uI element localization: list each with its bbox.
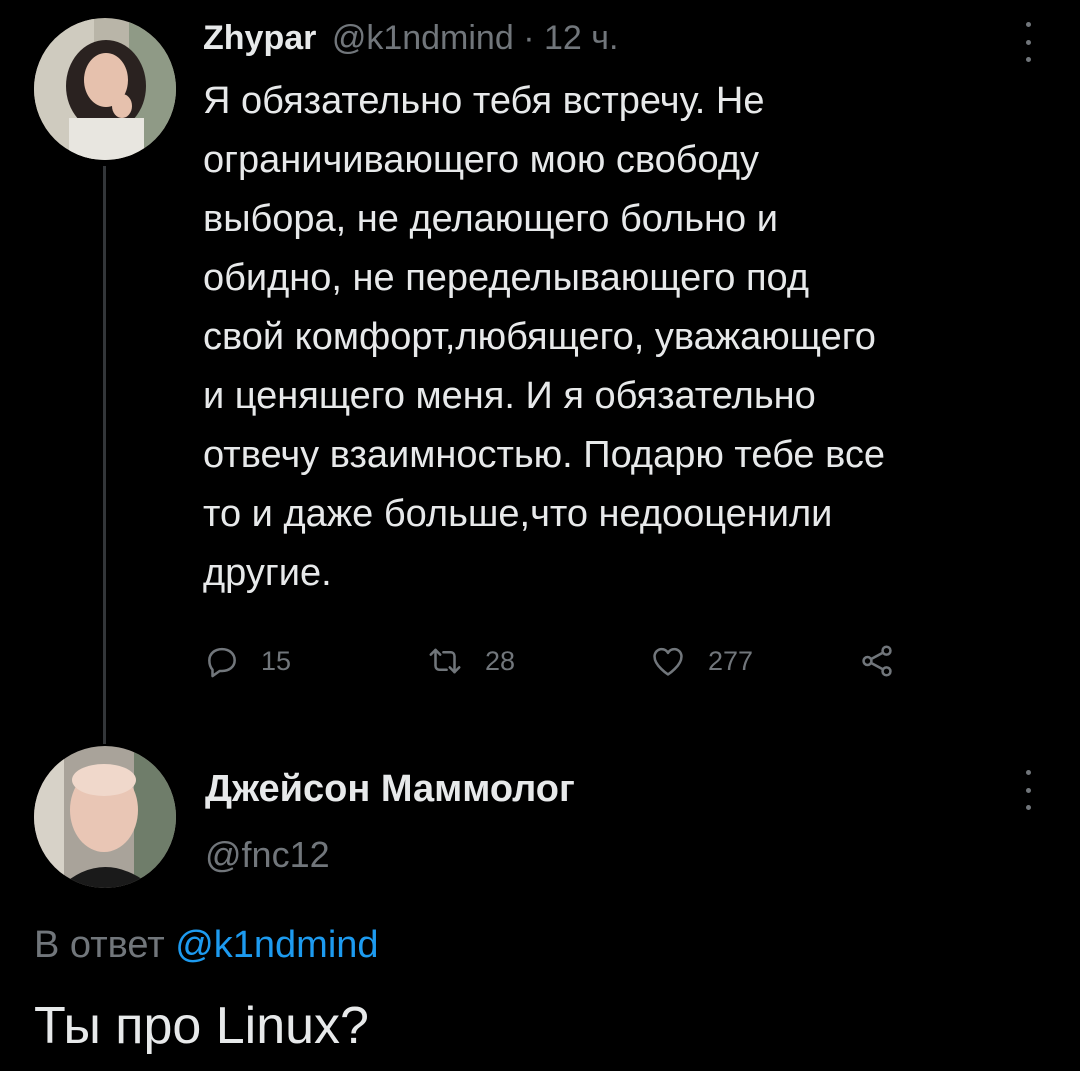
- like-count: 277: [708, 645, 754, 676]
- tweet-text-line: отвечу взаимностью. Подарю тебе все: [203, 434, 886, 476]
- share-icon: [858, 642, 896, 680]
- tweet-text-line: Я обязательно тебя встречу. Не: [203, 80, 765, 122]
- like-button[interactable]: 277: [648, 636, 753, 686]
- tweet1-actions: 15 28 277: [203, 636, 923, 686]
- avatar-fnc12[interactable]: [34, 746, 176, 888]
- tweet-text-line: свой комфорт,любящего, уважающего: [203, 316, 876, 358]
- retweet-button[interactable]: 28: [425, 636, 515, 686]
- tweet1-text: Я обязательно тебя встречу. Не ограничив…: [203, 72, 1063, 603]
- tweet-time[interactable]: 12 ч.: [544, 19, 618, 57]
- share-button[interactable]: [858, 636, 896, 686]
- more-options-icon[interactable]: [1018, 22, 1038, 62]
- reply-icon: [203, 642, 241, 680]
- reply-context: В ответ @k1ndmind: [34, 918, 379, 972]
- tweet-text-line: выбора, не делающего больно и: [203, 198, 778, 240]
- retweet-count: 28: [485, 645, 516, 676]
- author-handle[interactable]: @k1ndmind: [332, 19, 514, 57]
- meta-separator: ·: [513, 19, 544, 57]
- author-name[interactable]: Zhypar: [203, 19, 316, 57]
- tweet-text-line: другие.: [203, 552, 332, 594]
- more-options-icon[interactable]: [1018, 770, 1038, 810]
- tweet-text-line: ограничивающего мою свободу: [203, 139, 760, 181]
- author-name[interactable]: Джейсон Маммолог: [205, 764, 575, 814]
- thread-line: [103, 166, 106, 744]
- reply-count: 15: [261, 645, 292, 676]
- tweet-text-line: и ценящего меня. И я обязательно: [203, 375, 816, 417]
- tweet-text-line: обидно, не переделывающего под: [203, 257, 810, 299]
- tweet-text-line: то и даже больше,что недооценили: [203, 493, 833, 535]
- heart-icon: [648, 642, 688, 680]
- reply-button[interactable]: 15: [203, 636, 291, 686]
- tweet1-header: Zhypar @k1ndmind · 12 ч.: [203, 12, 618, 64]
- avatar-zhypar[interactable]: [34, 18, 176, 160]
- retweet-icon: [425, 642, 465, 680]
- author-handle[interactable]: @fnc12: [205, 830, 330, 880]
- reply-prefix: В ответ: [34, 924, 176, 966]
- tweet2-text: Ты про Linux?: [34, 997, 369, 1055]
- reply-mention-link[interactable]: @k1ndmind: [175, 924, 378, 966]
